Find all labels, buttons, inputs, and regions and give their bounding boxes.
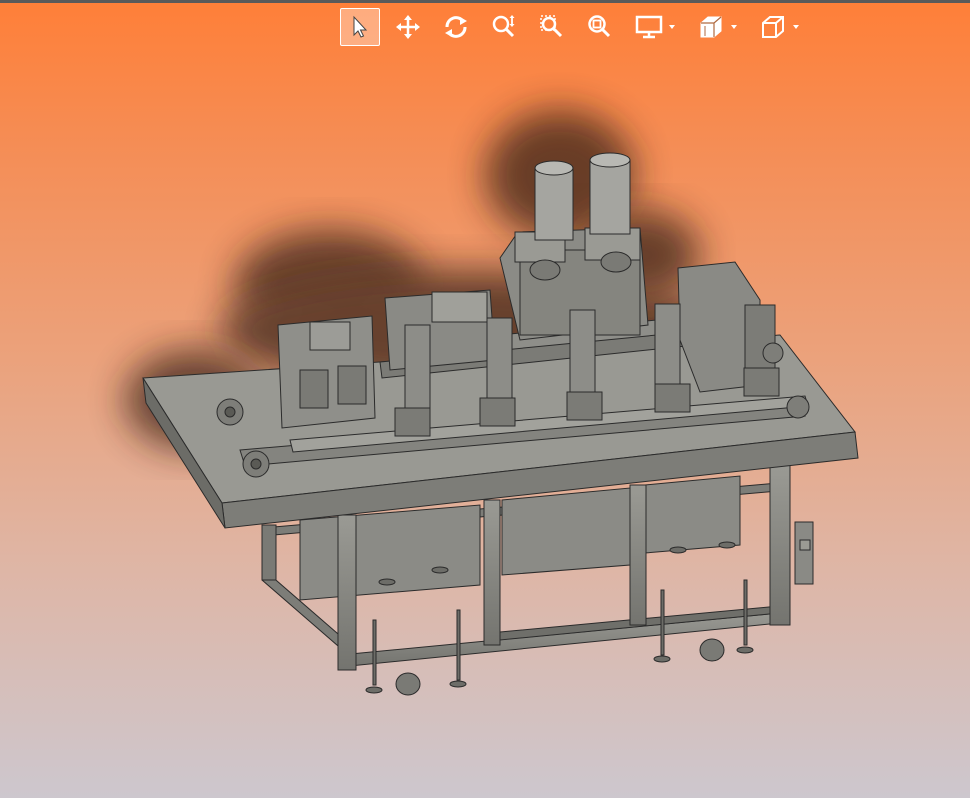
cad-assembly-model[interactable] [0, 50, 970, 798]
pan-icon [396, 15, 420, 39]
chevron-down-icon [793, 25, 799, 29]
select-tool-button[interactable] [340, 8, 380, 46]
machine-frame [142, 152, 859, 696]
section-view-dropdown[interactable] [690, 8, 744, 46]
zoom-to-fit-button[interactable] [580, 8, 620, 46]
select-arrow-icon [353, 15, 368, 38]
chevron-down-icon [731, 25, 737, 29]
display-style-icon [635, 15, 663, 39]
view-toolbar [340, 7, 814, 47]
zoom-to-area-button[interactable] [532, 8, 572, 46]
zoom-to-area-icon [540, 15, 563, 38]
zoom-to-fit-icon [588, 15, 611, 38]
view-orientation-icon [762, 16, 784, 38]
rotate-icon [445, 16, 467, 38]
rotate-tool-button[interactable] [436, 8, 476, 46]
zoom-in-out-icon [492, 15, 515, 38]
zoom-in-out-button[interactable] [484, 8, 524, 46]
3d-viewport[interactable] [0, 50, 970, 798]
view-orientation-dropdown[interactable] [752, 8, 806, 46]
pan-tool-button[interactable] [388, 8, 428, 46]
display-style-dropdown[interactable] [628, 8, 682, 46]
chevron-down-icon [669, 25, 675, 29]
window-top-edge [0, 0, 970, 3]
section-view-icon [700, 16, 722, 38]
